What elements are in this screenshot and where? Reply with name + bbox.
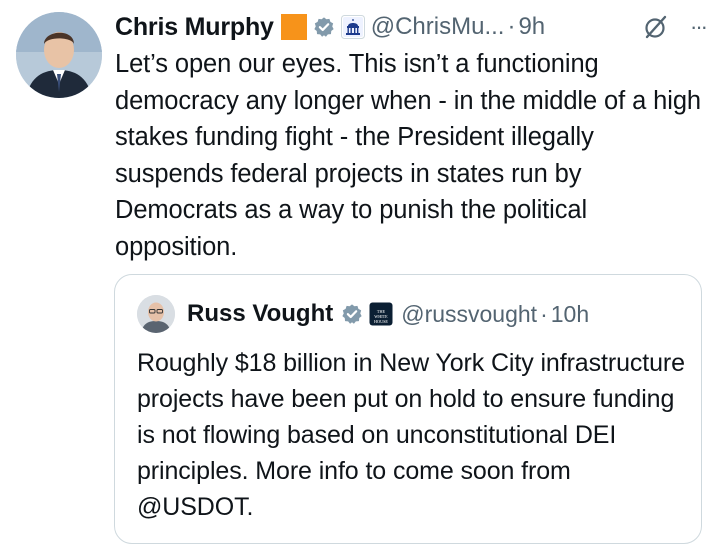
affiliation-label-line3: HOUSE <box>374 319 388 324</box>
tweet-text: Let’s open our eyes. This isn’t a functi… <box>115 50 701 261</box>
quoted-author-avatar[interactable] <box>137 295 175 333</box>
grok-slash-icon[interactable] <box>642 13 670 41</box>
orange-square-badge <box>280 14 307 40</box>
quoted-tweet-header: Russ Vought THE WHITE HOUSE @russvought … <box>137 295 589 333</box>
quoted-author-name[interactable]: Russ Vought <box>187 300 333 328</box>
author-avatar[interactable] <box>16 12 102 98</box>
more-options-icon[interactable]: ··· <box>690 14 708 40</box>
quoted-timestamp[interactable]: 10h <box>551 301 589 328</box>
quoted-tweet-text: Roughly $18 billion in New York City inf… <box>137 349 685 521</box>
timestamp[interactable]: 9h <box>518 13 545 41</box>
author-handle[interactable]: @ChrisMu... <box>371 13 505 41</box>
white-house-affiliation-icon[interactable]: THE WHITE HOUSE <box>369 302 393 326</box>
quoted-verified-badge-icon[interactable] <box>341 303 363 325</box>
quoted-separator-dot: · <box>540 300 548 327</box>
verified-badge-icon[interactable] <box>313 16 335 38</box>
capitol-affiliation-icon[interactable] <box>340 15 365 39</box>
author-name[interactable]: Chris Murphy <box>115 13 274 42</box>
quoted-author-photo <box>137 295 175 333</box>
quoted-author-handle[interactable]: @russvought <box>401 301 537 328</box>
quoted-tweet[interactable]: Russ Vought THE WHITE HOUSE @russvought … <box>114 274 702 544</box>
separator-dot: · <box>507 13 516 40</box>
author-photo <box>16 12 102 98</box>
tweet-header: Chris Murphy @ChrisMu... · 9h ··· <box>115 10 708 44</box>
